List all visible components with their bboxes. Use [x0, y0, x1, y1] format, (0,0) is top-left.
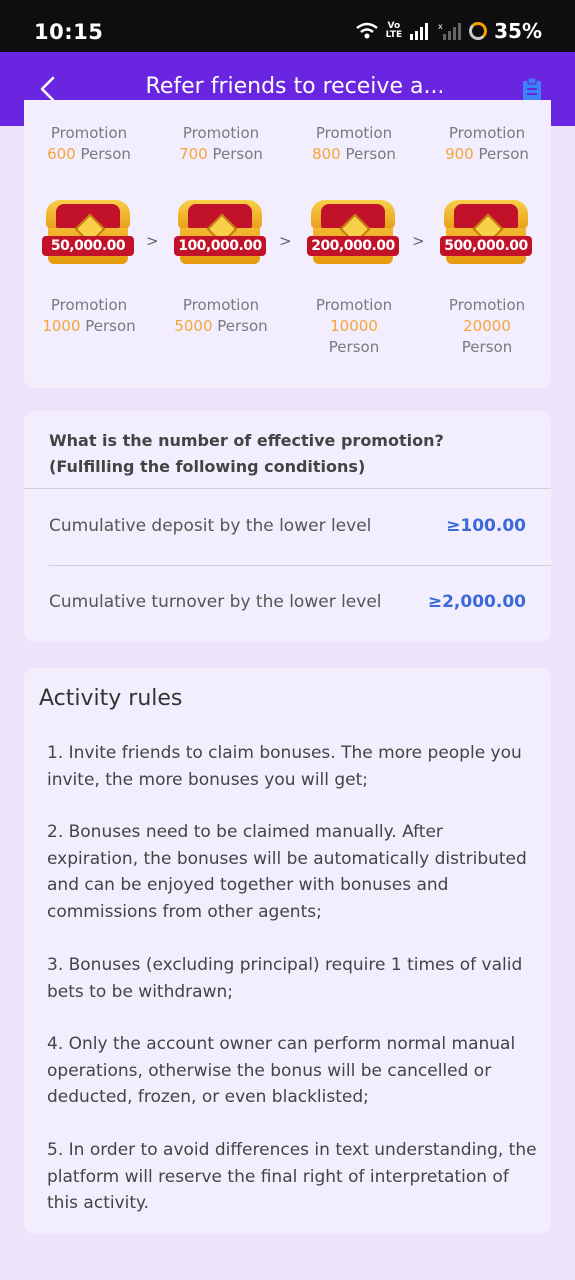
person-count: 600 — [47, 145, 81, 163]
level-item: Promotion 5000 Person — [156, 295, 286, 337]
level-item: Promotion 900 Person — [422, 123, 552, 165]
person-label: Person — [80, 145, 131, 163]
promotion-label: Promotion — [182, 124, 260, 142]
person-label: Person — [85, 317, 136, 335]
person-count: 5000 — [174, 317, 218, 335]
battery-icon — [469, 22, 488, 40]
treasure-chest-icon: 50,000.00 — [42, 198, 134, 268]
wifi-icon — [355, 22, 378, 39]
condition-label: Cumulative deposit by the lower level — [49, 516, 372, 536]
level-item: Promotion 600 Person — [24, 123, 154, 165]
level-item: Promotion 1000 Person — [24, 295, 154, 337]
conditions-title: What is the number of effective promotio… — [49, 431, 444, 476]
condition-value: ≥100.00 — [446, 516, 526, 536]
svg-text:x: x — [438, 22, 443, 31]
status-bar: 10:15 Vo LTE x 35% — [0, 0, 575, 52]
promotion-label: Promotion — [50, 296, 128, 314]
treasure-chest-icon: 200,000.00 — [307, 198, 399, 268]
signal-no-service-icon: x — [438, 22, 462, 40]
rule-item: 1. Invite friends to claim bonuses. The … — [47, 743, 522, 790]
rule-item: 2. Bonuses need to be claimed manually. … — [47, 822, 527, 922]
promotion-label: Promotion — [50, 124, 128, 142]
person-label: Person — [217, 317, 268, 335]
rule-item: 4. Only the account owner can perform no… — [47, 1034, 516, 1107]
rules-title: Activity rules — [39, 686, 183, 711]
promotion-label: Promotion — [448, 124, 526, 142]
person-label: Person — [328, 338, 380, 356]
battery-percent: 35% — [494, 19, 542, 43]
divider — [49, 565, 551, 566]
chest-amount: 200,000.00 — [307, 236, 399, 256]
chest-amount: 500,000.00 — [440, 236, 532, 256]
promotion-label: Promotion — [182, 296, 260, 314]
person-count: 700 — [179, 145, 213, 163]
person-count: 1000 — [42, 317, 86, 335]
page-title: Refer friends to receive a... — [145, 74, 445, 99]
person-label: Person — [478, 145, 529, 163]
treasure-chest-icon: 500,000.00 — [440, 198, 532, 268]
arrow-separator: > — [146, 232, 159, 250]
arrow-separator: > — [412, 232, 425, 250]
person-count: 10000 — [330, 317, 378, 335]
status-icons: Vo LTE x 35% — [355, 19, 542, 43]
signal-icon — [410, 23, 429, 40]
person-label: Person — [345, 145, 396, 163]
volte-icon: Vo LTE — [385, 21, 403, 40]
chest-amount: 50,000.00 — [42, 236, 134, 256]
condition-label: Cumulative turnover by the lower level — [49, 592, 382, 612]
status-time: 10:15 — [34, 20, 104, 44]
person-count: 20000 — [463, 317, 511, 335]
promotion-label: Promotion — [448, 296, 526, 314]
person-count: 900 — [445, 145, 479, 163]
promotion-label: Promotion — [315, 124, 393, 142]
rule-item: 5. In order to avoid differences in text… — [47, 1140, 537, 1213]
chest-amount: 100,000.00 — [174, 236, 266, 256]
person-count: 800 — [312, 145, 346, 163]
activity-rules-card: Activity rules 1. Invite friends to clai… — [24, 668, 551, 1234]
person-label: Person — [461, 338, 513, 356]
condition-value: ≥2,000.00 — [427, 592, 526, 612]
arrow-separator: > — [279, 232, 292, 250]
level-item: Promotion 800 Person — [289, 123, 419, 165]
level-item: Promotion 20000 Person — [422, 295, 552, 358]
treasure-chest-icon: 100,000.00 — [174, 198, 266, 268]
conditions-card: What is the number of effective promotio… — [24, 411, 551, 642]
person-label: Person — [212, 145, 263, 163]
rule-item: 3. Bonuses (excluding principal) require… — [47, 955, 523, 1002]
level-item: Promotion 700 Person — [156, 123, 286, 165]
promotion-label: Promotion — [315, 296, 393, 314]
level-item: Promotion 10000 Person — [289, 295, 419, 358]
divider — [24, 488, 551, 489]
